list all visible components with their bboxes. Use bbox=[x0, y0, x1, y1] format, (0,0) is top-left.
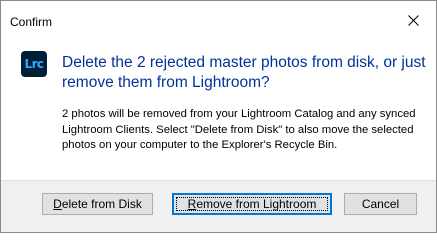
close-button[interactable] bbox=[390, 1, 436, 39]
title-bar[interactable]: Confirm bbox=[1, 1, 436, 39]
remove-mnemonic: R bbox=[187, 197, 197, 211]
cancel-label: Cancel bbox=[361, 197, 400, 211]
close-icon bbox=[407, 14, 419, 26]
confirm-dialog: Confirm Lrc Delete the 2 rejected master… bbox=[0, 0, 437, 233]
dialog-heading: Delete the 2 rejected master photos from… bbox=[62, 54, 426, 91]
window-title: Confirm bbox=[10, 15, 53, 29]
remove-label: emove from Lightroom bbox=[196, 197, 317, 211]
button-bar: Delete from Disk Remove from Lightroom C… bbox=[1, 180, 436, 232]
cancel-button[interactable]: Cancel bbox=[344, 193, 417, 215]
delete-label: elete from Disk bbox=[61, 197, 142, 211]
app-icon-label: Lrc bbox=[24, 57, 44, 71]
lightroom-classic-icon: Lrc bbox=[21, 51, 47, 77]
delete-from-disk-button[interactable]: Delete from Disk bbox=[42, 193, 153, 215]
delete-mnemonic: D bbox=[53, 197, 62, 211]
remove-from-lightroom-button[interactable]: Remove from Lightroom bbox=[172, 193, 332, 215]
dialog-body: 2 photos will be removed from your Light… bbox=[62, 108, 416, 151]
dialog-content: Lrc Delete the 2 rejected master photos … bbox=[1, 39, 436, 180]
